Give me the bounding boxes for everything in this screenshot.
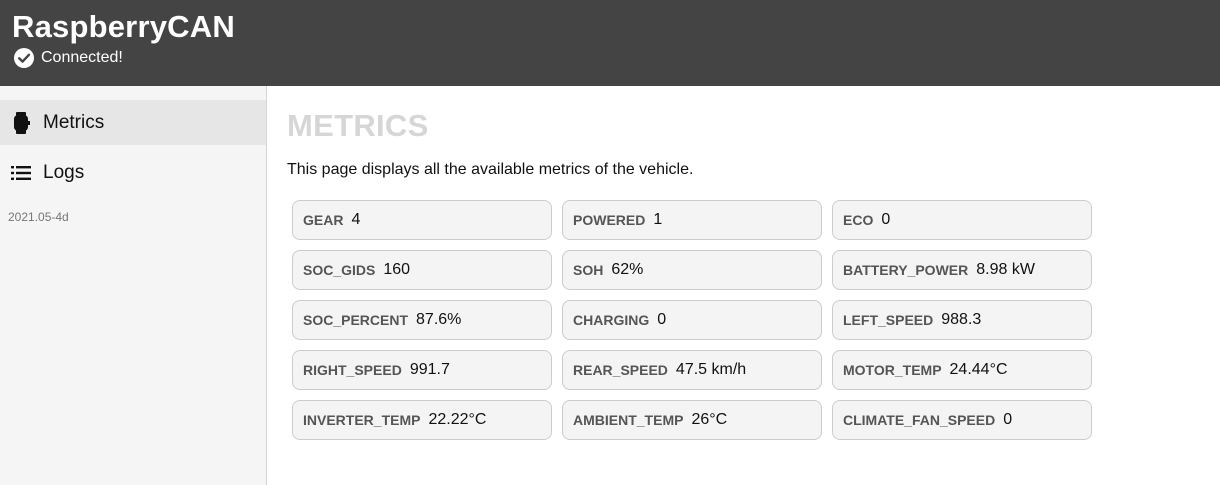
app-header: RaspberryCAN Connected! — [0, 0, 1220, 86]
metric-card-charging: CHARGING 0 — [562, 300, 822, 340]
metric-value: 991.7 — [409, 361, 450, 378]
metric-name: BATTERY_POWER — [843, 262, 969, 278]
sidebar-item-metrics[interactable]: Metrics — [0, 100, 266, 145]
list-icon — [11, 163, 31, 183]
check-circle-icon — [14, 48, 34, 68]
metric-card-motor-temp: MOTOR_TEMP 24.44°C — [832, 350, 1092, 390]
metric-name: GEAR — [303, 212, 344, 228]
sidebar-item-logs[interactable]: Logs — [0, 150, 266, 195]
metric-name: REAR_SPEED — [573, 362, 668, 378]
sidebar: Metrics Logs 2021.05-4d — [0, 86, 267, 485]
metric-name: SOC_PERCENT — [303, 312, 409, 328]
metric-card-ambient-temp: AMBIENT_TEMP 26°C — [562, 400, 822, 440]
metric-card-soc-gids: SOC_GIDS 160 — [292, 250, 552, 290]
metric-card-gear: GEAR 4 — [292, 200, 552, 240]
metric-value: 87.6% — [416, 311, 462, 328]
metric-name: RIGHT_SPEED — [303, 362, 402, 378]
metric-card-left-speed: LEFT_SPEED 988.3 — [832, 300, 1092, 340]
sidebar-item-label: Logs — [43, 161, 85, 183]
metric-card-climate-fan-speed: CLIMATE_FAN_SPEED 0 — [832, 400, 1092, 440]
metric-name: SOC_GIDS — [303, 262, 376, 278]
page-description: This page displays all the available met… — [287, 161, 694, 178]
metric-value: 988.3 — [941, 311, 982, 328]
metric-name: CLIMATE_FAN_SPEED — [843, 412, 996, 428]
metric-name: LEFT_SPEED — [843, 312, 934, 328]
metric-value: 8.98 kW — [976, 261, 1035, 278]
metric-value: 62% — [611, 261, 644, 278]
metric-card-battery-power: BATTERY_POWER 8.98 kW — [832, 250, 1092, 290]
metric-value: 0 — [1003, 411, 1013, 428]
watch-icon — [11, 111, 31, 134]
metric-card-inverter-temp: INVERTER_TEMP 22.22°C — [292, 400, 552, 440]
metric-value: 22.22°C — [428, 411, 487, 428]
connection-status-text: Connected! — [41, 49, 123, 66]
metric-card-soc-percent: SOC_PERCENT 87.6% — [292, 300, 552, 340]
metric-name: CHARGING — [573, 312, 650, 328]
metrics-grid: GEAR 4 POWERED 1 ECO 0 SOC_GIDS 160 SOH 62% BATTER… — [292, 200, 1092, 440]
version-label: 2021.05-4d — [8, 210, 69, 224]
app-title: RaspberryCAN — [12, 9, 235, 44]
metric-name: MOTOR_TEMP — [843, 362, 942, 378]
metric-card-powered: POWERED 1 — [562, 200, 822, 240]
metric-value: 1 — [653, 211, 663, 228]
metric-card-soh: SOH 62% — [562, 250, 822, 290]
metric-value: 0 — [881, 211, 891, 228]
metric-name: SOH — [573, 262, 604, 278]
sidebar-item-label: Metrics — [43, 111, 105, 133]
metric-name: ECO — [843, 212, 874, 228]
metric-value: 160 — [383, 261, 411, 278]
metric-value: 4 — [351, 211, 361, 228]
metric-value: 26°C — [691, 411, 728, 428]
metric-name: AMBIENT_TEMP — [573, 412, 684, 428]
metric-name: POWERED — [573, 212, 646, 228]
metric-value: 24.44°C — [949, 361, 1008, 378]
metric-card-eco: ECO 0 — [832, 200, 1092, 240]
page-title: METRICS — [287, 108, 429, 143]
metric-card-right-speed: RIGHT_SPEED 991.7 — [292, 350, 552, 390]
connection-status: Connected! — [14, 48, 123, 68]
metric-value: 47.5 km/h — [675, 361, 747, 378]
metric-card-rear-speed: REAR_SPEED 47.5 km/h — [562, 350, 822, 390]
metric-value: 0 — [657, 311, 667, 328]
metric-name: INVERTER_TEMP — [303, 412, 421, 428]
